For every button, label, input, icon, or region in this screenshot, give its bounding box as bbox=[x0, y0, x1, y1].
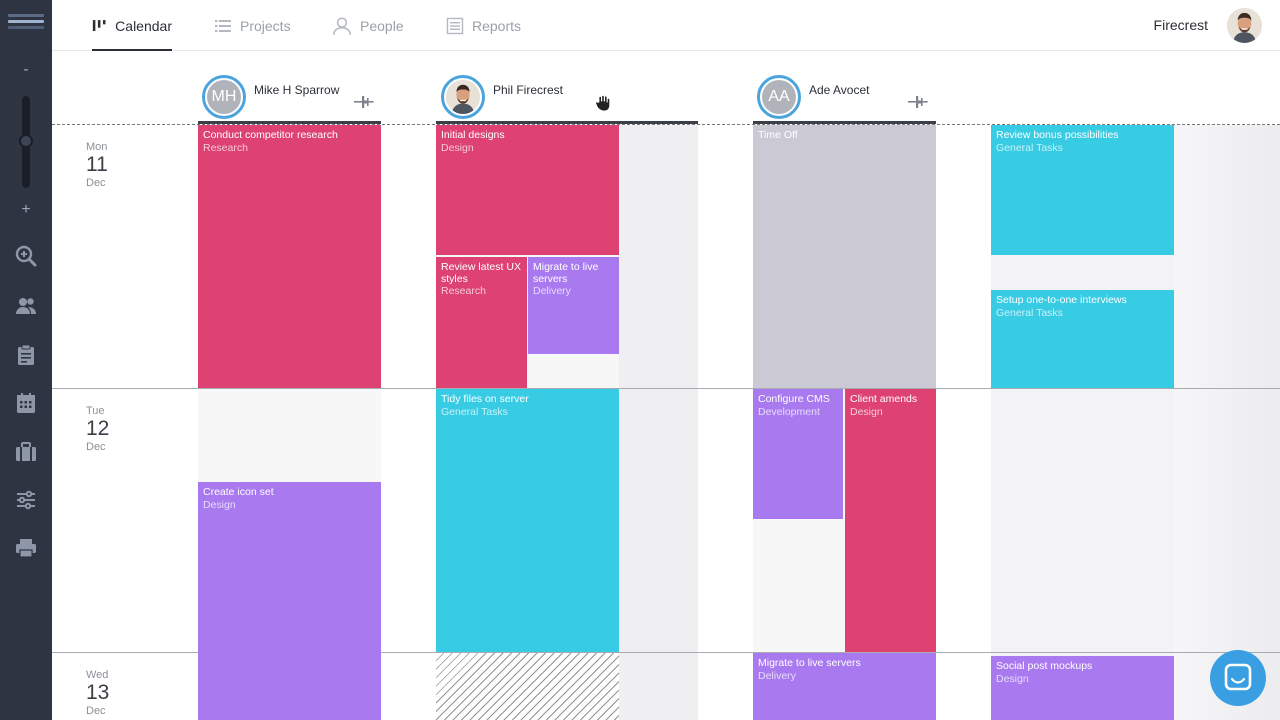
task-title: Migrate to live servers bbox=[533, 261, 599, 285]
date-label: Wed 13 Dec bbox=[86, 669, 146, 717]
print-icon[interactable] bbox=[14, 536, 38, 560]
list-icon bbox=[215, 19, 231, 32]
person-name: Phil Firecrest bbox=[493, 83, 564, 97]
task-card[interactable]: Configure CMS Development bbox=[753, 389, 843, 519]
task-card[interactable]: Initial designs Design bbox=[436, 125, 619, 255]
task-title: Client amends bbox=[850, 393, 918, 405]
task-card[interactable]: Tidy files on server General Tasks bbox=[436, 389, 619, 652]
task-title: Review bonus possibilities bbox=[996, 129, 1119, 141]
task-card[interactable]: Migrate to live servers Delivery bbox=[753, 653, 936, 720]
user-name[interactable]: Firecrest bbox=[1154, 17, 1208, 33]
tab-projects[interactable]: Projects bbox=[214, 0, 291, 51]
top-navigation: Calendar Projects People Reports Firecre… bbox=[52, 0, 1280, 51]
task-project: Development bbox=[758, 405, 820, 418]
task-card[interactable]: Review latest UX styles Research bbox=[436, 257, 527, 388]
app-window: - + Calendar Projects People Reports Fir… bbox=[0, 0, 1280, 720]
clipboard-icon[interactable] bbox=[14, 343, 38, 367]
tab-people[interactable]: People bbox=[332, 0, 404, 51]
person-name: Ade Avocet bbox=[809, 83, 870, 97]
task-project: Research bbox=[441, 285, 486, 297]
task-project: Design bbox=[441, 141, 474, 154]
task-project: Delivery bbox=[533, 285, 571, 297]
tab-label: Projects bbox=[240, 17, 291, 34]
month: Dec bbox=[86, 177, 106, 189]
task-title: Initial designs bbox=[441, 129, 505, 141]
task-title: Migrate to live servers bbox=[758, 657, 861, 669]
task-card[interactable]: Create icon set Design bbox=[198, 482, 381, 720]
date-label: Mon 11 Dec bbox=[86, 141, 146, 189]
task-project: Design bbox=[996, 672, 1029, 685]
task-card[interactable]: Social post mockups Design bbox=[991, 656, 1174, 720]
tab-reports[interactable]: Reports bbox=[446, 0, 521, 51]
report-icon bbox=[446, 17, 464, 34]
briefcase-icon[interactable] bbox=[14, 440, 38, 464]
avatar[interactable]: AA bbox=[757, 75, 801, 119]
task-project: Research bbox=[203, 141, 248, 154]
day-divider bbox=[52, 388, 1280, 389]
sidebar: - + bbox=[0, 0, 52, 720]
task-title: Social post mockups bbox=[996, 660, 1093, 672]
calendar-icon[interactable] bbox=[14, 391, 38, 415]
bars-icon bbox=[92, 19, 106, 31]
pin-icon[interactable] bbox=[354, 95, 374, 109]
task-project: Delivery bbox=[758, 669, 796, 682]
unavailable-block bbox=[436, 653, 619, 720]
column-bg bbox=[1174, 125, 1280, 720]
search-icon[interactable] bbox=[14, 244, 38, 268]
zoom-slider-knob[interactable] bbox=[19, 134, 33, 148]
zoom-slider[interactable] bbox=[19, 96, 33, 188]
date-label: Tue 12 Dec bbox=[86, 405, 146, 453]
tab-calendar[interactable]: Calendar bbox=[92, 0, 172, 51]
day-number: 11 bbox=[86, 153, 108, 176]
tab-label: People bbox=[360, 17, 404, 34]
day-of-week: Wed bbox=[86, 669, 109, 681]
day-of-week: Mon bbox=[86, 141, 108, 153]
day-of-week: Tue bbox=[86, 405, 105, 417]
column-bg bbox=[619, 125, 698, 720]
task-card[interactable]: Time Off bbox=[753, 125, 936, 388]
chat-button[interactable] bbox=[1210, 650, 1266, 706]
calendar-grid: Mon 11 Dec Tue 12 Dec Wed 13 Dec Conduct… bbox=[52, 125, 1280, 720]
task-card[interactable]: Conduct competitor research Research bbox=[198, 125, 381, 388]
task-card[interactable]: Setup one-to-one interviews General Task… bbox=[991, 290, 1174, 388]
task-title: Create icon set bbox=[203, 486, 274, 498]
month: Dec bbox=[86, 705, 106, 717]
tab-label: Calendar bbox=[115, 17, 172, 34]
people-header: MH Mike H Sparrow Phil Firecrest AA Ade … bbox=[52, 51, 1280, 125]
task-card[interactable]: Review bonus possibilities General Tasks bbox=[991, 125, 1174, 255]
task-title: Conduct competitor research bbox=[203, 129, 338, 141]
zoom-in-button[interactable]: + bbox=[18, 202, 34, 218]
avatar-initials: MH bbox=[207, 80, 241, 114]
month: Dec bbox=[86, 441, 106, 453]
day-number: 13 bbox=[86, 681, 110, 704]
avatar-initials: AA bbox=[762, 80, 796, 114]
sliders-icon[interactable] bbox=[14, 488, 38, 512]
avatar[interactable]: MH bbox=[202, 75, 246, 119]
task-project: General Tasks bbox=[996, 141, 1063, 154]
user-avatar[interactable] bbox=[1227, 8, 1262, 43]
task-project: General Tasks bbox=[441, 405, 508, 418]
day-number: 12 bbox=[86, 417, 110, 440]
person-icon bbox=[332, 16, 352, 35]
task-project: Design bbox=[203, 498, 236, 511]
people-icon[interactable] bbox=[14, 294, 38, 318]
task-project: General Tasks bbox=[996, 306, 1063, 319]
task-title: Setup one-to-one interviews bbox=[996, 294, 1127, 306]
task-title: Time Off bbox=[758, 129, 798, 141]
task-card[interactable]: Client amends Design bbox=[845, 389, 936, 652]
task-title: Review latest UX styles bbox=[441, 261, 521, 285]
chat-icon bbox=[1224, 663, 1252, 691]
tab-label: Reports bbox=[472, 17, 522, 34]
task-title: Tidy files on server bbox=[441, 393, 529, 405]
menu-logo-icon[interactable] bbox=[8, 14, 44, 34]
task-card[interactable]: Migrate to live servers Delivery bbox=[528, 257, 619, 354]
task-title: Configure CMS bbox=[758, 393, 830, 405]
task-project: Design bbox=[850, 405, 883, 418]
pin-icon[interactable] bbox=[908, 95, 928, 109]
avatar[interactable] bbox=[441, 75, 485, 119]
hand-cursor-icon bbox=[595, 94, 611, 112]
person-name: Mike H Sparrow bbox=[254, 83, 340, 97]
zoom-out-button[interactable]: - bbox=[18, 62, 34, 78]
